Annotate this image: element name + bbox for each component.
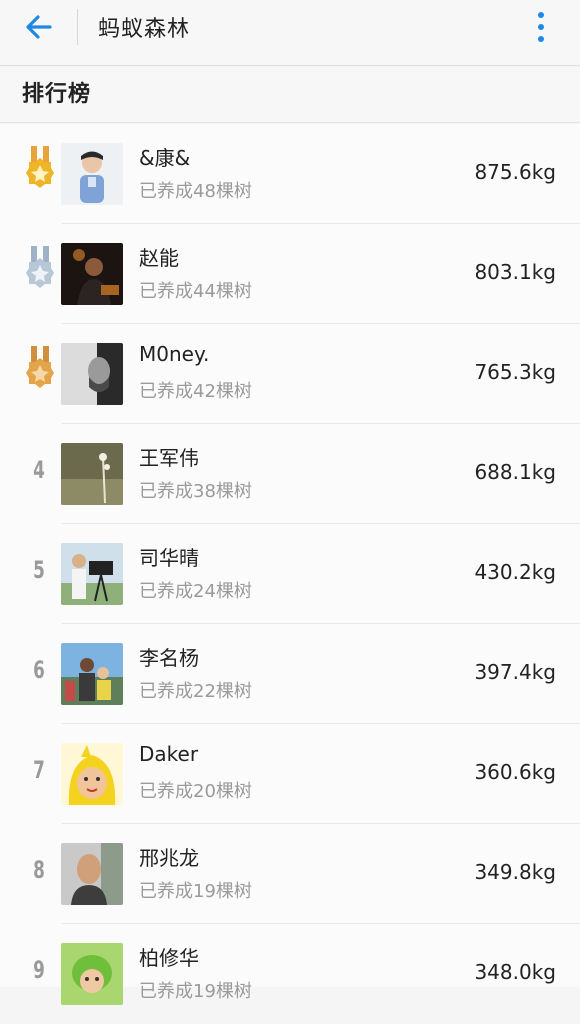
tree-count: 已养成19棵树 (139, 881, 252, 902)
tree-count: 已养成22棵树 (139, 681, 252, 702)
rank-number: 7 (33, 756, 45, 784)
arrow-left-icon (26, 15, 52, 39)
header-divider (77, 9, 78, 45)
user-name: 司华晴 (139, 546, 199, 570)
ranking-row[interactable]: 5 司华晴 已养成24棵树 430.2kg (0, 524, 580, 624)
avatar (61, 743, 123, 805)
rank-number: 4 (33, 456, 45, 484)
tree-count: 已养成19棵树 (139, 981, 252, 1002)
avatar (61, 243, 123, 305)
energy-weight: 360.6kg (474, 760, 556, 784)
user-name: &康& (139, 146, 191, 170)
user-name: Daker (139, 742, 199, 766)
avatar (61, 343, 123, 405)
energy-weight: 803.1kg (474, 260, 556, 284)
ranking-row[interactable]: &康& 已养成48棵树 875.6kg (0, 124, 580, 224)
ranking-row[interactable]: 4 王军伟 已养成38棵树 688.1kg (0, 424, 580, 524)
ranking-header: 排行榜 (0, 67, 580, 123)
rank-number: 6 (33, 656, 45, 684)
tree-count: 已养成38棵树 (139, 481, 252, 502)
avatar (61, 843, 123, 905)
user-name: 柏修华 (139, 946, 199, 970)
silver-medal-icon (26, 246, 54, 288)
user-name: 邢兆龙 (139, 846, 199, 870)
ranking-row[interactable]: 8 邢兆龙 已养成19棵树 349.8kg (0, 824, 580, 924)
user-name: 李名杨 (139, 646, 199, 670)
user-name: M0ney. (139, 342, 210, 366)
rank-number: 8 (33, 856, 45, 884)
user-name: 赵能 (139, 246, 179, 270)
energy-weight: 397.4kg (474, 660, 556, 684)
app-bar: 蚂蚁森林 (0, 0, 580, 66)
ranking-row[interactable]: 赵能 已养成44棵树 803.1kg (0, 224, 580, 324)
energy-weight: 348.0kg (474, 960, 556, 984)
tree-count: 已养成44棵树 (139, 281, 252, 302)
tree-count: 已养成42棵树 (139, 381, 252, 402)
energy-weight: 349.8kg (474, 860, 556, 884)
tree-count: 已养成48棵树 (139, 181, 252, 202)
rank-number: 5 (33, 556, 45, 584)
bronze-medal-icon (26, 346, 54, 388)
avatar (61, 143, 123, 205)
avatar (61, 643, 123, 705)
energy-weight: 430.2kg (474, 560, 556, 584)
gold-medal-icon (26, 146, 54, 188)
back-button[interactable] (20, 10, 60, 44)
energy-weight: 688.1kg (474, 460, 556, 484)
ranking-row[interactable]: 7 Daker 已养成20棵树 360.6kg (0, 724, 580, 824)
energy-weight: 765.3kg (474, 360, 556, 384)
ranking-row[interactable]: M0ney. 已养成42棵树 765.3kg (0, 324, 580, 424)
page-title: 蚂蚁森林 (98, 17, 191, 42)
user-name: 王军伟 (139, 446, 199, 470)
avatar (61, 543, 123, 605)
tree-count: 已养成24棵树 (139, 581, 252, 602)
ranking-row[interactable]: 6 李名杨 已养成22棵树 397.4kg (0, 624, 580, 724)
avatar (61, 443, 123, 505)
avatar (61, 943, 123, 1005)
ranking-list: &康& 已养成48棵树 875.6kg 赵能 已养成44棵树 803.1kg M… (0, 124, 580, 1005)
rank-number: 9 (33, 956, 45, 984)
ranking-row[interactable]: 9 柏修华 已养成19棵树 348.0kg (0, 924, 580, 1024)
section-title: 排行榜 (22, 82, 92, 107)
tree-count: 已养成20棵树 (139, 781, 252, 802)
energy-weight: 875.6kg (474, 160, 556, 184)
more-menu-button[interactable] (526, 8, 556, 46)
